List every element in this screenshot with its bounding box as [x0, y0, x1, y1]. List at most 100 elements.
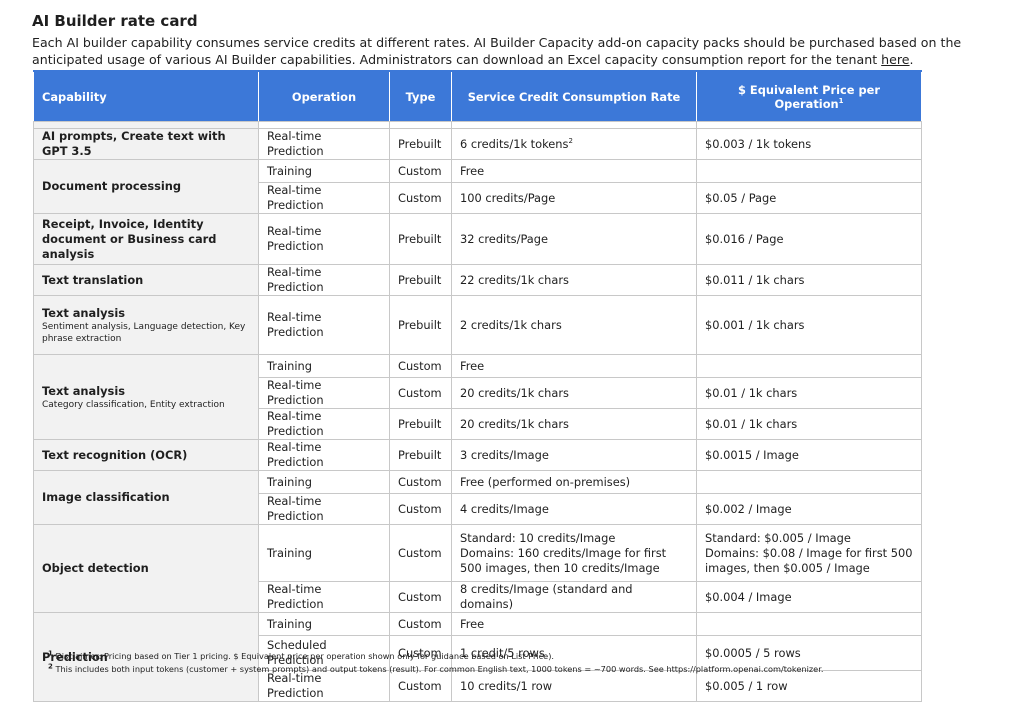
type-cell: Custom — [389, 470, 452, 494]
table-row: AI prompts, Create text with GPT 3.5 Rea… — [33, 128, 922, 160]
footnote-2-mark: 2 — [48, 662, 53, 671]
footnote-1-mark: 1 — [48, 649, 53, 658]
table-row: Image classification Training Custom Fre… — [33, 470, 922, 525]
capability-subtitle: Sentiment analysis, Language detection, … — [42, 321, 246, 344]
price-domains: Domains: $0.08 / Image for first 500 ima… — [705, 545, 913, 575]
operation-cell: Training — [258, 354, 390, 378]
capability-cell: Text analysis Category classification, En… — [33, 354, 259, 440]
capability-cell: Image classification — [33, 470, 259, 525]
header-rate: Service Credit Consumption Rate — [451, 70, 697, 122]
type-cell: Custom — [389, 377, 452, 409]
type-cell: Prebuilt — [389, 213, 452, 265]
capability-cell: Text analysis Sentiment analysis, Languag… — [33, 295, 259, 355]
rate-cell: Free — [451, 612, 697, 636]
price-cell — [696, 612, 922, 636]
capability-cell: Receipt, Invoice, Identity document or B… — [33, 213, 259, 265]
header-capability: Capability — [33, 70, 259, 122]
operation-cell: Real-time Prediction — [258, 493, 390, 525]
rate-cell: 8 credits/Image (standard and domains) — [451, 581, 697, 613]
table-row: Text analysis Sentiment analysis, Languag… — [33, 295, 922, 355]
capability-subtitle: Category classification, Entity extracti… — [42, 399, 225, 410]
rate-cell: 22 credits/1k chars — [451, 264, 697, 296]
rate-card-table: Capability Operation Type Service Credit… — [33, 70, 922, 702]
price-cell — [696, 354, 922, 378]
rate-cell: 2 credits/1k chars — [451, 295, 697, 355]
operation-cell: Real-time Prediction — [258, 182, 390, 214]
table-header-row: Capability Operation Type Service Credit… — [33, 70, 922, 122]
intro-paragraph: Each AI builder capability consumes serv… — [32, 34, 1007, 68]
capability-cell: AI prompts, Create text with GPT 3.5 — [33, 128, 259, 160]
price-cell: $0.01 / 1k chars — [696, 408, 922, 440]
page-title: AI Builder rate card — [32, 12, 198, 30]
operation-cell: Real-time Prediction — [258, 377, 390, 409]
footnote-1-text: Disclaimer: Pricing based on Tier 1 pric… — [55, 651, 555, 661]
operation-cell: Real-time Prediction — [258, 439, 390, 471]
rate-cell: Standard: 10 credits/Image Domains: 160 c… — [451, 524, 697, 582]
header-operation: Operation — [258, 70, 390, 122]
table-row: Text recognition (OCR) Real-time Predict… — [33, 439, 922, 471]
rate-cell: 6 credits/1k tokens2 — [451, 128, 697, 160]
capability-title: Text analysis — [42, 305, 126, 320]
capability-cell: Text recognition (OCR) — [33, 439, 259, 471]
capability-cell: Document processing — [33, 159, 259, 214]
intro-end: . — [909, 52, 914, 67]
operation-cell: Real-time Prediction — [258, 408, 390, 440]
rate-cell: 20 credits/1k chars — [451, 377, 697, 409]
price-cell — [696, 470, 922, 494]
rate-text: 6 credits/1k tokens — [460, 136, 569, 151]
footnotes: 1 Disclaimer: Pricing based on Tier 1 pr… — [48, 650, 1008, 676]
table-row: Text translation Real-time Prediction Pr… — [33, 264, 922, 296]
operation-cell: Training — [258, 612, 390, 636]
type-cell: Prebuilt — [389, 408, 452, 440]
footnote-1: 1 Disclaimer: Pricing based on Tier 1 pr… — [48, 650, 1008, 663]
type-cell: Custom — [389, 159, 452, 183]
rate-footnote-mark: 2 — [568, 136, 573, 145]
rate-cell: Free — [451, 354, 697, 378]
intro-text: Each AI builder capability consumes serv… — [32, 35, 962, 67]
table-spacer-row — [33, 121, 922, 129]
operation-cell: Real-time Prediction — [258, 264, 390, 296]
rate-cell: 20 credits/1k chars — [451, 408, 697, 440]
price-cell: $0.05 / Page — [696, 182, 922, 214]
operation-cell: Real-time Prediction — [258, 581, 390, 613]
price-cell: $0.001 / 1k chars — [696, 295, 922, 355]
operation-cell: Training — [258, 524, 390, 582]
operation-cell: Real-time Prediction — [258, 295, 390, 355]
price-cell: $0.002 / Image — [696, 493, 922, 525]
price-cell: $0.0015 / Image — [696, 439, 922, 471]
footnote-2: 2 This includes both input tokens (custo… — [48, 663, 1008, 676]
operation-cell: Training — [258, 470, 390, 494]
capability-title: Text analysis — [42, 383, 126, 398]
table-row: Object detection Training Custom Standar… — [33, 524, 922, 613]
price-cell: $0.004 / Image — [696, 581, 922, 613]
footnote-2-text: This includes both input tokens (custome… — [55, 664, 824, 674]
type-cell: Custom — [389, 182, 452, 214]
table-row: Document processing Training Custom Free — [33, 159, 922, 214]
operation-cell: Real-time Prediction — [258, 128, 390, 160]
header-price-label: $ Equivalent Price per Operation — [738, 82, 880, 111]
rate-cell: Free — [451, 159, 697, 183]
type-cell: Custom — [389, 612, 452, 636]
rate-cell: 3 credits/Image — [451, 439, 697, 471]
type-cell: Prebuilt — [389, 128, 452, 160]
report-link[interactable]: here — [881, 52, 909, 67]
rate-cell: 4 credits/Image — [451, 493, 697, 525]
header-price-footnote-mark: 1 — [838, 96, 844, 105]
type-cell: Prebuilt — [389, 264, 452, 296]
price-cell: Standard: $0.005 / Image Domains: $0.08 /… — [696, 524, 922, 582]
type-cell: Custom — [389, 493, 452, 525]
rate-cell: 100 credits/Page — [451, 182, 697, 214]
rate-standard: Standard: 10 credits/Image — [460, 530, 616, 545]
price-standard: Standard: $0.005 / Image — [705, 530, 851, 545]
type-cell: Prebuilt — [389, 295, 452, 355]
price-cell: $0.003 / 1k tokens — [696, 128, 922, 160]
table-row: Receipt, Invoice, Identity document or B… — [33, 213, 922, 265]
header-type: Type — [389, 70, 452, 122]
table-row: Text analysis Category classification, En… — [33, 354, 922, 440]
operation-cell: Training — [258, 159, 390, 183]
type-cell: Prebuilt — [389, 439, 452, 471]
capability-cell: Object detection — [33, 524, 259, 613]
rate-cell: Free (performed on-premises) — [451, 470, 697, 494]
price-cell — [696, 159, 922, 183]
table-row: Prediction Training Custom Free — [33, 612, 922, 702]
